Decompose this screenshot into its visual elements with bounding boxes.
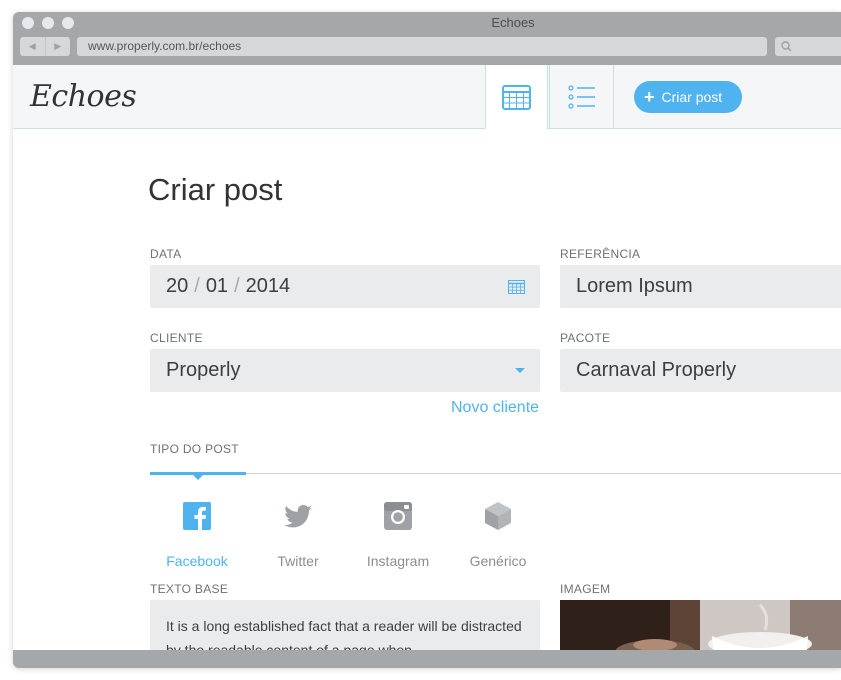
post-type-name: Facebook: [166, 553, 228, 569]
client-select[interactable]: Properly: [150, 349, 540, 392]
forward-arrow-icon: ▶: [54, 41, 62, 51]
date-field[interactable]: 20 / 01 / 2014: [150, 265, 540, 308]
date-label: DATA: [150, 247, 182, 261]
date-separator: /: [234, 275, 240, 297]
post-type-twitter[interactable]: Twitter: [253, 499, 343, 569]
browser-search-field[interactable]: [775, 37, 841, 56]
back-arrow-icon: ◀: [28, 41, 36, 51]
browser-window: Echoes ◀ ▶ www.properly.com.br/echoes Ec…: [13, 12, 841, 668]
package-field[interactable]: Carnaval Properly: [560, 349, 841, 392]
cube-icon: [485, 502, 511, 530]
plus-icon: +: [644, 87, 655, 107]
browser-bottom-edge: [13, 650, 841, 668]
search-icon: [781, 41, 792, 52]
forward-button[interactable]: ▶: [46, 37, 71, 56]
app-logo[interactable]: Echoes: [30, 79, 137, 114]
list-icon: [567, 85, 595, 109]
date-day[interactable]: 20: [166, 275, 188, 297]
create-post-button[interactable]: + Criar post: [634, 81, 742, 113]
date-picker-button[interactable]: [508, 265, 525, 308]
window-controls: [22, 17, 74, 29]
main-content: Criar post DATA 20 / 01 / 2014 REFERÊNCIA Lo…: [13, 129, 841, 660]
post-type-label: TIPO DO POST: [150, 442, 239, 456]
post-type-generic[interactable]: Genérico: [453, 499, 543, 569]
back-button[interactable]: ◀: [20, 37, 46, 56]
window-title: Echoes: [491, 15, 535, 30]
minimize-window-button[interactable]: [42, 17, 54, 29]
post-type-name: Instagram: [366, 553, 430, 569]
date-separator: /: [194, 275, 200, 297]
page-title: Criar post: [148, 172, 283, 207]
app-header: Echoes + Criar post: [13, 65, 841, 130]
calendar-icon: [502, 85, 531, 110]
address-bar[interactable]: www.properly.com.br/echoes: [77, 37, 767, 56]
post-type-instagram[interactable]: Instagram: [353, 499, 443, 569]
browser-chrome: Echoes ◀ ▶ www.properly.com.br/echoes: [13, 12, 841, 65]
post-type-divider: [150, 473, 841, 474]
client-label: CLIENTE: [150, 331, 203, 345]
facebook-icon: [183, 502, 211, 530]
base-text-label: TEXTO BASE: [150, 582, 229, 596]
calendar-icon: [508, 279, 525, 294]
post-type-name: Twitter: [277, 553, 319, 569]
client-selected-value: Properly: [166, 359, 241, 381]
post-type-facebook[interactable]: Facebook: [152, 499, 242, 569]
history-nav: ◀ ▶: [20, 37, 70, 56]
twitter-icon: [284, 504, 312, 527]
date-year[interactable]: 2014: [246, 275, 291, 297]
calendar-view-tab[interactable]: [485, 65, 548, 130]
image-label: IMAGEM: [560, 582, 611, 596]
instagram-icon: [384, 502, 412, 530]
list-view-tab[interactable]: [549, 65, 614, 129]
chevron-down-icon: [515, 349, 525, 392]
date-month[interactable]: 01: [206, 275, 228, 297]
close-window-button[interactable]: [22, 17, 34, 29]
reference-label: REFERÊNCIA: [560, 247, 641, 261]
maximize-window-button[interactable]: [62, 17, 74, 29]
reference-field[interactable]: Lorem Ipsum: [560, 265, 841, 308]
package-label: PACOTE: [560, 331, 611, 345]
post-type-active-caret: [193, 475, 203, 480]
post-type-name: Genérico: [469, 553, 527, 569]
new-client-link[interactable]: Novo cliente: [451, 399, 539, 417]
create-post-label: Criar post: [661, 89, 723, 105]
